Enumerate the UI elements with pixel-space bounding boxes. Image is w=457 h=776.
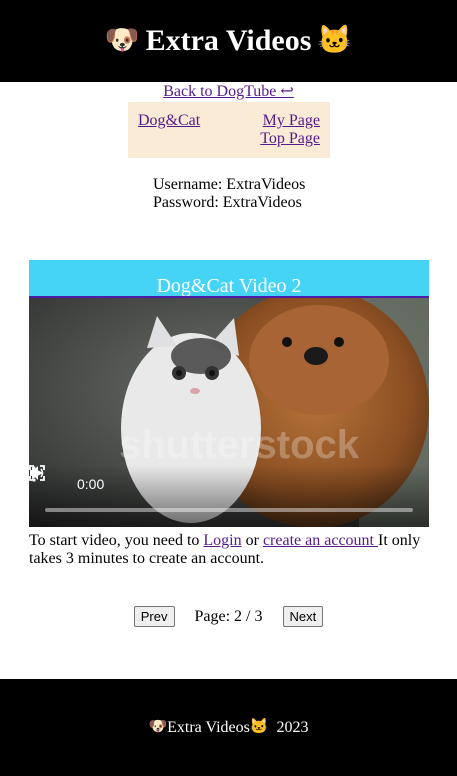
back-to-dogtube-link[interactable]: Back to DogTube ↩ bbox=[163, 83, 294, 100]
dog-face-icon: 🐶 bbox=[104, 25, 140, 56]
pagination: Prev Page: 2 / 3 Next bbox=[0, 606, 457, 627]
notice-prefix: To start video, you need to bbox=[29, 532, 204, 549]
cat-face-icon: 🐱 bbox=[317, 25, 353, 56]
credentials: Username: ExtraVideos Password: ExtraVid… bbox=[153, 176, 305, 212]
nav-box: Dog&Cat My Page Top Page bbox=[128, 102, 330, 158]
dog-face-icon: 🐶 bbox=[148, 719, 168, 735]
login-link[interactable]: Login bbox=[203, 532, 241, 549]
my-page-link[interactable]: My Page bbox=[260, 112, 320, 130]
login-notice: To start video, you need to Login or cre… bbox=[29, 532, 429, 568]
more-options-icon[interactable] bbox=[29, 465, 39, 483]
page-indicator: Page: 2 / 3 bbox=[194, 607, 263, 625]
video-progress-bar[interactable] bbox=[45, 508, 413, 512]
next-button[interactable]: Next bbox=[282, 606, 324, 627]
dog-cat-link[interactable]: Dog&Cat bbox=[138, 112, 200, 129]
video-time: 0:00 bbox=[77, 476, 105, 492]
video-card: Dog&Cat Video 2 shutterstock 0:00 bbox=[29, 260, 429, 527]
notice-or: or bbox=[241, 532, 263, 549]
prev-button[interactable]: Prev bbox=[133, 606, 175, 627]
watermark-text: shutterstock bbox=[119, 423, 360, 467]
footer-brand: Extra Videos bbox=[167, 718, 250, 736]
password-text: Password: ExtraVideos bbox=[153, 194, 302, 211]
create-account-link[interactable]: create an account bbox=[263, 532, 378, 549]
footer-year: 2023 bbox=[276, 718, 309, 736]
page-footer: 🐶 Extra Videos 🐱 2023 bbox=[0, 679, 457, 776]
cat-face-icon: 🐱 bbox=[249, 719, 269, 735]
video-title: Dog&Cat Video 2 bbox=[29, 260, 429, 298]
page-header: 🐶 Extra Videos 🐱 bbox=[0, 0, 457, 82]
username-text: Username: ExtraVideos bbox=[153, 176, 306, 193]
back-link-container: Back to DogTube ↩ bbox=[0, 81, 457, 101]
site-title: Extra Videos bbox=[145, 24, 312, 57]
top-page-link[interactable]: Top Page bbox=[260, 130, 320, 148]
video-player[interactable]: shutterstock 0:00 bbox=[29, 298, 429, 527]
video-controls: 0:00 bbox=[29, 465, 429, 527]
